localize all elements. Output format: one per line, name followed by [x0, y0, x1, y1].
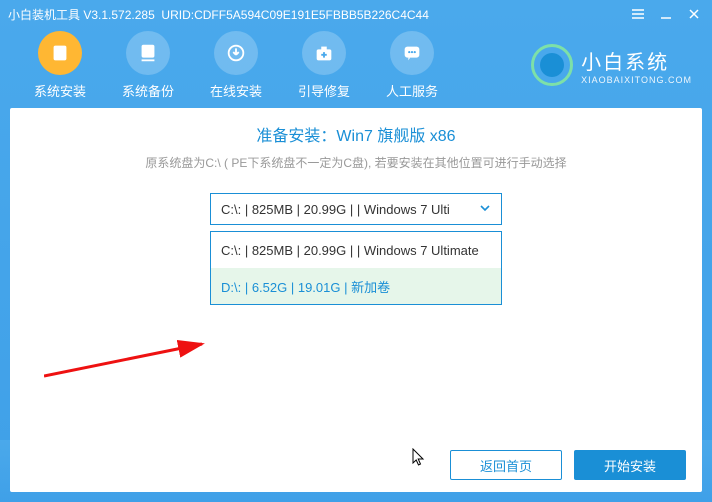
download-icon — [214, 31, 258, 75]
drive-option-label: C:\: | 825MB | 20.99G | | Windows 7 Ulti… — [221, 243, 479, 258]
toolbar-item-support[interactable]: 人工服务 — [368, 31, 456, 100]
cursor-icon — [412, 448, 428, 468]
toolbar-label: 在线安装 — [210, 81, 262, 100]
toolbar-item-install[interactable]: 系统安装 — [16, 31, 104, 100]
brand-logo: 小白系统 XIAOBAIXITONG.COM — [531, 44, 696, 86]
drive-dropdown: C:\: | 825MB | 20.99G | | Windows 7 Ulti… — [210, 231, 502, 305]
main-panel: 准备安装：Win7 旗舰版 x86 原系统盘为C:\ ( PE下系统盘不一定为C… — [10, 108, 702, 492]
toolbar-item-backup[interactable]: 系统备份 — [104, 31, 192, 100]
drive-option-label: D:\: | 6.52G | 19.01G | 新加卷 — [221, 277, 390, 296]
drive-select[interactable]: C:\: | 825MB | 20.99G | | Windows 7 Ulti — [210, 193, 502, 225]
logo-domain: XIAOBAIXITONG.COM — [581, 75, 692, 85]
menu-icon[interactable] — [628, 4, 648, 24]
medkit-icon — [302, 31, 346, 75]
logo-icon — [531, 44, 573, 86]
subline: 原系统盘为C:\ ( PE下系统盘不一定为C盘), 若要安装在其他位置可进行手动… — [10, 154, 702, 171]
footer: 返回首页 开始安装 — [450, 450, 686, 480]
headline: 准备安装：Win7 旗舰版 x86 — [10, 122, 702, 146]
toolbar: 系统安装 系统备份 在线安装 引导修复 人工服务 小白系统 XIAOBAIXIT… — [0, 28, 712, 110]
back-button-label: 返回首页 — [480, 456, 532, 475]
toolbar-label: 人工服务 — [386, 81, 438, 100]
drive-option-c[interactable]: C:\: | 825MB | 20.99G | | Windows 7 Ulti… — [211, 232, 501, 268]
back-button[interactable]: 返回首页 — [450, 450, 562, 480]
backup-icon — [126, 31, 170, 75]
annotation-arrow-icon — [44, 338, 214, 378]
toolbar-label: 系统备份 — [122, 81, 174, 100]
toolbar-item-online[interactable]: 在线安装 — [192, 31, 280, 100]
start-button-label: 开始安装 — [604, 456, 656, 475]
logo-name: 小白系统 — [581, 46, 669, 75]
toolbar-label: 系统安装 — [34, 81, 86, 100]
start-button[interactable]: 开始安装 — [574, 450, 686, 480]
minimize-icon[interactable] — [656, 4, 676, 24]
chevron-down-icon — [479, 202, 491, 217]
close-icon[interactable] — [684, 4, 704, 24]
app-title: 小白装机工具 V3.1.572.285 URID:CDFF5A594C09E19… — [8, 6, 429, 23]
drive-option-d[interactable]: D:\: | 6.52G | 19.01G | 新加卷 — [211, 268, 501, 304]
toolbar-label: 引导修复 — [298, 81, 350, 100]
chat-icon — [390, 31, 434, 75]
install-icon — [38, 31, 82, 75]
toolbar-item-bootfix[interactable]: 引导修复 — [280, 31, 368, 100]
titlebar: 小白装机工具 V3.1.572.285 URID:CDFF5A594C09E19… — [0, 0, 712, 28]
drive-select-value: C:\: | 825MB | 20.99G | | Windows 7 Ulti — [221, 202, 450, 217]
